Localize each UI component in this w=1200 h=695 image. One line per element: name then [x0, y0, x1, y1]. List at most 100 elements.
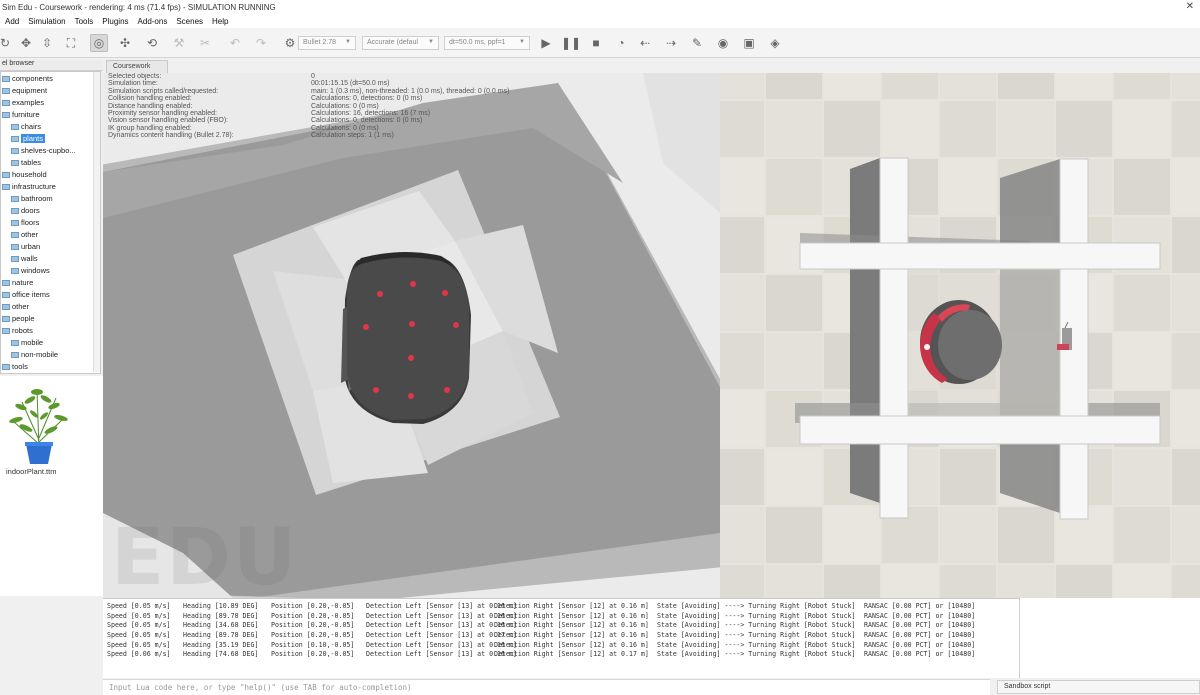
top-view-viewport[interactable]	[720, 73, 1200, 598]
tree-item[interactable]: nature	[2, 277, 33, 288]
undo-icon[interactable]: ↶	[226, 34, 244, 52]
tree-item[interactable]: non-mobile	[11, 349, 58, 360]
close-icon[interactable]: ✕	[1186, 1, 1194, 12]
tree-item[interactable]: equipment	[2, 85, 47, 96]
floor-tile	[720, 565, 764, 598]
console-field: State [Avoiding] ----> Turning Right [Ro…	[657, 611, 856, 620]
speed-up-icon[interactable]: ⇢	[662, 34, 680, 52]
floor-tile	[1172, 333, 1200, 389]
tree-item[interactable]: doors	[11, 205, 40, 216]
menu-plugins[interactable]: Plugins	[102, 17, 128, 26]
info-value: Calculation steps: 1 (1 ms)	[311, 132, 394, 140]
tree-item[interactable]: other	[11, 229, 38, 240]
console-field: State [Avoiding] ----> Turning Right [Ro…	[657, 602, 856, 610]
folder-icon	[11, 135, 19, 142]
tree-item[interactable]: bathroom	[11, 193, 53, 204]
tree-item[interactable]: urban	[11, 241, 40, 252]
floor-tile	[766, 565, 822, 598]
main-viewport[interactable]: EDU Selected objects: 0 Simulation time: 00…	[103, 73, 720, 598]
visualization-icon[interactable]: ◉	[714, 34, 732, 52]
tree-item-label: walls	[21, 254, 38, 263]
camera-rotate-icon[interactable]: ✥	[17, 34, 35, 52]
floor-tile	[824, 565, 880, 598]
real-time-icon[interactable]: ◔	[612, 34, 630, 52]
floor-tile	[882, 101, 938, 157]
tree-item-label: tools	[12, 362, 28, 371]
indoor-plant-thumbnail[interactable]	[4, 380, 74, 466]
assemble-icon[interactable]: ⚒	[170, 34, 188, 52]
menu-bar: Add Simulation Tools Plugins Add-ons Sce…	[0, 14, 1200, 28]
thread-rendering-icon[interactable]: ✎	[688, 34, 706, 52]
tab-coursework[interactable]: Coursework	[106, 60, 168, 73]
tree-item[interactable]: windows	[11, 265, 50, 276]
physics-engine-select[interactable]: Bullet 2.78 ▼	[298, 36, 356, 50]
timestep-select[interactable]: dt=50.0 ms, ppf=1 ▼	[444, 36, 530, 50]
menu-add[interactable]: Add	[5, 17, 19, 26]
pause-icon[interactable]: ❚❚	[561, 34, 581, 52]
tree-item[interactable]: tools	[2, 361, 28, 372]
console-field: State [Avoiding] ----> Turning Right [Ro…	[657, 650, 856, 659]
folder-icon	[11, 147, 19, 154]
accuracy-select[interactable]: Accurate (defaul ▼	[362, 36, 439, 50]
folder-icon	[2, 111, 10, 118]
tree-item[interactable]: other	[2, 301, 29, 312]
menu-simulation[interactable]: Simulation	[28, 17, 65, 26]
floor-tile	[1056, 565, 1112, 598]
tree-item[interactable]: people	[2, 313, 35, 324]
floor-tile	[1114, 565, 1170, 598]
tree-item[interactable]: shelves-cupbo...	[11, 145, 76, 156]
transfer-dna-icon[interactable]: ✂	[196, 34, 214, 52]
folder-icon	[2, 303, 10, 310]
info-value: 00:01:15.15 (dt=50.0 ms)	[311, 80, 390, 88]
sandbox-script-selector[interactable]: Sandbox script	[997, 680, 1200, 694]
menu-help[interactable]: Help	[212, 17, 228, 26]
slow-down-icon[interactable]: ⇠	[636, 34, 654, 52]
tree-item[interactable]: office items	[2, 289, 50, 300]
floor-tile	[1172, 391, 1200, 447]
menu-add-ons[interactable]: Add-ons	[138, 17, 168, 26]
stop-icon[interactable]: ■	[587, 34, 605, 52]
model-browser-scrollbar[interactable]	[93, 72, 100, 372]
folder-icon	[11, 339, 19, 346]
tree-item[interactable]: furniture	[2, 109, 40, 120]
tree-item[interactable]: chairs	[11, 121, 41, 132]
camera-fit-icon[interactable]: ⛶	[62, 34, 80, 52]
object-rotate-icon[interactable]: ⟲	[143, 34, 161, 52]
console-field: Position [0.20,-0.05]	[271, 650, 355, 659]
tree-item[interactable]: tables	[11, 157, 41, 168]
menu-scenes[interactable]: Scenes	[176, 17, 203, 26]
simulation-info-overlay: Selected objects: 0 Simulation time: 00:01:…	[103, 73, 603, 140]
tree-item[interactable]: components	[2, 73, 53, 84]
floor-tile	[1114, 449, 1170, 505]
tree-item[interactable]: floors	[11, 217, 39, 228]
tree-item-label: urban	[21, 242, 41, 251]
tree-item[interactable]: plants	[11, 133, 46, 144]
tree-item[interactable]: examples	[2, 97, 44, 108]
physics-engine-icon: ⚙	[284, 36, 296, 50]
scene-hierarchy-icon[interactable]: ◈	[766, 34, 784, 52]
camera-shift-icon[interactable]: ⇳	[38, 34, 56, 52]
page-selector-icon[interactable]: ▣	[740, 34, 758, 52]
folder-icon	[11, 243, 19, 250]
redo-icon[interactable]: ↷	[252, 34, 270, 52]
menu-tools[interactable]: Tools	[75, 17, 94, 26]
lua-command-input[interactable]: Input Lua code here, or type "help()" (u…	[103, 679, 990, 695]
window-title: Sim Edu - Coursework - rendering: 4 ms (…	[2, 2, 276, 12]
play-icon[interactable]: ▶	[537, 34, 555, 52]
console-field: State [Avoiding] ----> Turning Right [Ro…	[657, 631, 856, 640]
floor-tile	[720, 391, 764, 447]
console-field: Speed [0.05 m/s]	[107, 640, 171, 649]
console-field: Detection Right [Sensor [12] at 0.16 m]	[494, 621, 649, 630]
object-shift-icon[interactable]: ✣	[116, 34, 134, 52]
console-field: Speed [0.05 m/s]	[107, 631, 171, 640]
tree-item[interactable]: infrastructure	[2, 181, 56, 192]
tree-item[interactable]: walls	[11, 253, 38, 264]
tree-item[interactable]: mobile	[11, 337, 43, 348]
camera-pan-icon[interactable]: ↻	[0, 34, 14, 52]
folder-icon	[11, 159, 19, 166]
tree-item[interactable]: robots	[2, 325, 33, 336]
click-select-icon[interactable]: ◎	[90, 34, 108, 52]
floor-tile	[824, 507, 880, 563]
tree-item[interactable]: household	[2, 169, 47, 180]
console-field: Heading [89.78 DEG]	[183, 611, 259, 620]
